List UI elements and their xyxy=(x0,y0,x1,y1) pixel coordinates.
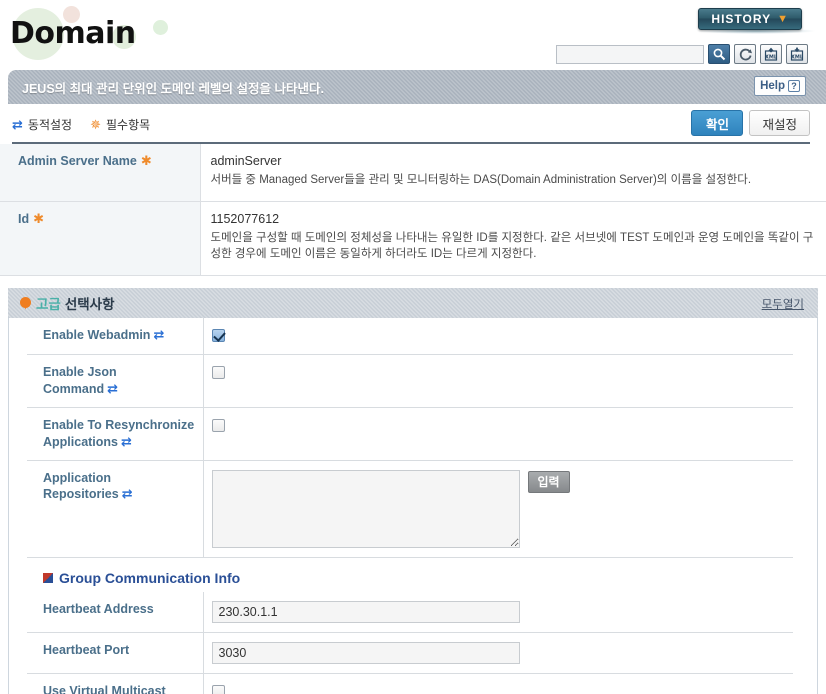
table-row: Admin Server Name ✱ adminServer 서버들 중 Man… xyxy=(0,144,826,202)
row-label-enable-webadmin: Enable Webadmin ⇄ xyxy=(27,318,204,356)
form-toolbar: ⇄ 동적설정 ✵ 필수항목 확인 재설정 xyxy=(0,104,826,144)
lightbulb-icon xyxy=(20,296,31,310)
row-label-heartbeat-address: Heartbeat Address xyxy=(27,591,204,633)
value-text: 1152077612 xyxy=(210,211,280,226)
advanced-section-header: 고급 선택사항 모두열기 xyxy=(8,288,818,319)
description-banner: JEUS의 최대 관리 단위인 도메인 레벨의 설정을 나타낸다. Help ? xyxy=(8,70,826,104)
enable-to-resynchronize-applications-checkbox[interactable] xyxy=(211,418,225,432)
sync-icon: ⇄ xyxy=(121,433,132,449)
application-repositories-textarea[interactable] xyxy=(211,469,520,548)
row-value-admin-server-name: adminServer 서버들 중 Managed Server들을 관리 및 … xyxy=(200,144,826,202)
table-row: Heartbeat Port xyxy=(27,632,793,674)
legend-dynamic-label: 동적설정 xyxy=(27,117,73,132)
row-value-enable-json-command xyxy=(203,354,793,408)
label-text: Enable Webadmin xyxy=(43,328,151,343)
row-label-use-virtual-multicast: Use Virtual Multicast xyxy=(27,673,204,694)
xml-download-icon[interactable]: XML xyxy=(786,44,808,64)
table-row: Application Repositories ⇄ 입력 xyxy=(27,460,793,558)
help-button[interactable]: Help ? xyxy=(754,76,806,96)
banner-text: JEUS의 최대 관리 단위인 도메인 레벨의 설정을 나타낸다. xyxy=(22,81,324,96)
label-text: Enable To Resynchronize Applications xyxy=(43,417,195,449)
group-communication-form-table: Heartbeat Address Heartbeat Port xyxy=(27,591,793,694)
table-row: Enable Json Command ⇄ xyxy=(27,354,793,408)
row-label-admin-server-name: Admin Server Name ✱ xyxy=(0,144,201,202)
page-header: Domain HISTORY ▼ XML XML xyxy=(0,0,826,70)
legend-dynamic: ⇄ 동적설정 xyxy=(12,116,72,133)
row-value-heartbeat-address xyxy=(203,591,793,633)
legend-required-label: 필수항목 xyxy=(105,117,151,132)
row-label-id: Id ✱ xyxy=(0,201,201,277)
history-button-label: HISTORY xyxy=(711,12,772,26)
page-root: Domain HISTORY ▼ XML XML JEUS의 최대 관리 단위인… xyxy=(0,0,826,694)
svg-text:XML: XML xyxy=(765,54,778,60)
decorative-circle-small xyxy=(153,20,168,35)
sync-icon: ⇄ xyxy=(153,327,165,343)
row-label-enable-to-resynchronize-applications: Enable To Resynchronize Applications ⇄ xyxy=(27,407,204,461)
enable-json-command-checkbox[interactable] xyxy=(211,366,225,380)
label-text: Application Repositories xyxy=(43,470,119,502)
advanced-section-body: Enable Webadmin⇄ Enable Json Command⇄ xyxy=(8,318,818,694)
main-settings-table: Admin Server Name ✱ adminServer 서버들 중 Man… xyxy=(0,144,826,277)
legend-required: ✵ 필수항목 xyxy=(90,116,150,133)
row-value-enable-to-resynchronize-applications xyxy=(203,407,793,461)
row-value-enable-webadmin xyxy=(203,318,793,356)
label-text: Heartbeat Port xyxy=(43,642,130,657)
row-value-use-virtual-multicast xyxy=(203,673,793,694)
refresh-icon[interactable] xyxy=(734,44,756,64)
application-repositories-add-button[interactable]: 입력 xyxy=(527,470,570,493)
reset-button[interactable]: 재설정 xyxy=(749,110,810,136)
row-label-heartbeat-port: Heartbeat Port xyxy=(27,632,204,674)
heartbeat-port-input[interactable] xyxy=(211,641,520,664)
table-row: Use Virtual Multicast xyxy=(27,673,793,694)
value-description: 도메인을 구성할 때 도메인의 정체성을 나타내는 유일한 ID를 지정한다. … xyxy=(210,231,814,261)
advanced-form-table: Enable Webadmin⇄ Enable Json Command⇄ xyxy=(27,318,793,558)
square-marker-icon xyxy=(43,572,53,583)
page-title: Domain xyxy=(10,16,136,51)
heartbeat-address-input[interactable] xyxy=(211,600,520,623)
group-communication-info-header: Group Communication Info xyxy=(27,558,793,592)
confirm-button[interactable]: 확인 xyxy=(691,110,744,136)
chevron-down-icon: ▼ xyxy=(777,12,789,25)
sync-icon: ⇄ xyxy=(12,116,23,132)
svg-text:XML: XML xyxy=(791,54,804,60)
asterisk-icon: ✱ xyxy=(33,210,45,226)
history-button[interactable]: HISTORY ▼ xyxy=(698,8,802,30)
row-value-id: 1152077612 도메인을 구성할 때 도메인의 정체성을 나타내는 유일한… xyxy=(200,201,826,277)
sync-icon: ⇄ xyxy=(107,380,119,396)
expand-all-link[interactable]: 모두열기 xyxy=(762,296,804,312)
toolbar-divider xyxy=(12,142,810,144)
question-mark-icon: ? xyxy=(788,80,800,92)
xml-upload-icon[interactable]: XML xyxy=(760,44,782,64)
label-text: Admin Server Name xyxy=(18,154,137,168)
search-toolbar: XML XML xyxy=(556,44,808,64)
group-communication-info-title: Group Communication Info xyxy=(59,569,241,586)
label-text: Enable Json Command xyxy=(43,365,117,396)
asterisk-icon: ✵ xyxy=(90,116,101,132)
sync-icon: ⇄ xyxy=(121,486,133,502)
row-label-enable-json-command: Enable Json Command ⇄ xyxy=(27,354,204,408)
value-text: adminServer xyxy=(210,154,282,168)
advanced-section: 고급 선택사항 모두열기 Enable Webadmin ⇄ Enable Js… xyxy=(0,288,826,694)
search-icon[interactable] xyxy=(708,44,730,64)
label-text: Id xyxy=(18,211,30,226)
help-button-label: Help xyxy=(760,80,785,92)
search-input[interactable] xyxy=(556,44,704,64)
enable-webadmin-checkbox[interactable] xyxy=(211,329,225,343)
row-value-application-repositories: 입력 xyxy=(203,460,793,558)
label-text: Use Virtual Multicast xyxy=(43,683,166,694)
label-text: Heartbeat Address xyxy=(43,601,154,616)
table-row: Id ✱ 1152077612 도메인을 구성할 때 도메인의 정체성을 나타내는… xyxy=(0,201,826,277)
asterisk-icon: ✱ xyxy=(140,153,152,168)
row-value-heartbeat-port xyxy=(203,632,793,674)
row-label-application-repositories: Application Repositories ⇄ xyxy=(27,460,204,558)
value-description: 서버들 중 Managed Server들을 관리 및 모니터링하는 DAS(D… xyxy=(210,174,752,186)
table-row: Enable To Resynchronize Applications ⇄ xyxy=(27,407,793,461)
form-action-buttons: 확인 재설정 xyxy=(691,110,810,136)
advanced-title: 선택사항 xyxy=(64,297,115,313)
table-row: Heartbeat Address xyxy=(27,591,793,633)
table-row: Enable Webadmin ⇄ xyxy=(27,318,793,356)
use-virtual-multicast-checkbox[interactable] xyxy=(211,684,225,694)
advanced-title-accent: 고급 xyxy=(36,297,61,313)
